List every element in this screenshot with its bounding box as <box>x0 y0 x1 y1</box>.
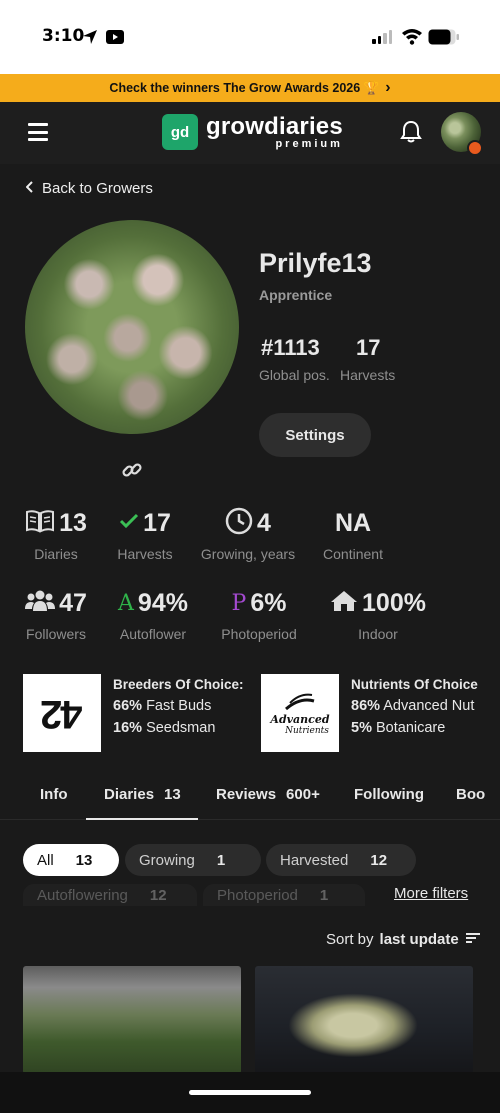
sort-control[interactable]: Sort by last update <box>326 931 481 948</box>
filter-photoperiod[interactable]: Photoperiod 1 <box>203 884 365 906</box>
chevron-left-icon <box>25 180 34 197</box>
users-icon <box>25 589 56 618</box>
nutrient-logo-line1: Advanced <box>270 712 330 726</box>
profile-photo[interactable] <box>25 220 239 434</box>
stat-label: Harvests <box>117 546 173 562</box>
home-icon <box>330 589 358 618</box>
stat-label: Followers <box>26 626 86 642</box>
stat-value: NA <box>334 508 372 537</box>
stat-label: Continent <box>323 546 383 562</box>
location-arrow-icon <box>82 29 98 50</box>
awards-banner[interactable]: Check the winners The Grow Awards 2026 🏆… <box>0 74 500 102</box>
global-position-value: #1113 <box>261 335 320 360</box>
stat-followers[interactable]: 47 Followers <box>20 588 92 642</box>
breeders-title: Breeders Of Choice: <box>113 677 244 692</box>
tab-info[interactable]: Info <box>40 786 68 803</box>
cell-signal-icon <box>372 30 392 44</box>
stat-value: 6% <box>250 588 287 617</box>
stat-harvests[interactable]: 17 Harvests <box>110 508 180 563</box>
stat-label: Indoor <box>358 626 398 642</box>
diary-card[interactable] <box>23 966 241 1074</box>
breeder-logo[interactable]: 42 <box>23 674 101 752</box>
breeder-logo-text: 42 <box>41 691 83 736</box>
back-to-growers-link[interactable]: Back to Growers <box>25 180 153 197</box>
tab-reviews[interactable]: Reviews 600+ <box>216 786 320 803</box>
nutrient-logo[interactable]: Advanced Nutrients <box>261 674 339 752</box>
wifi-icon <box>401 27 423 50</box>
status-bar: 3:10 <box>0 0 500 74</box>
profile-rank: Apprentice <box>259 287 333 303</box>
profile-tabs: Info Diaries 13 Reviews 600+ Following Boo <box>0 776 500 822</box>
bell-icon[interactable] <box>400 120 422 149</box>
breeder-item[interactable]: 66% Fast Buds <box>113 698 211 714</box>
logo-name: growdiaries <box>206 112 343 140</box>
stat-label: Photoperiod <box>221 626 297 642</box>
stat-diaries[interactable]: 13 Diaries <box>20 508 92 562</box>
app-header: gd growdiaries premium <box>0 102 500 164</box>
chevron-right-icon: › <box>385 79 391 96</box>
filter-autoflowering[interactable]: Autoflowering 12 <box>23 884 197 906</box>
harvest-check-icon <box>119 513 139 534</box>
link-icon[interactable] <box>121 459 143 486</box>
photoperiod-icon: P <box>231 590 247 616</box>
sort-prefix: Sort by <box>326 931 374 948</box>
home-indicator[interactable] <box>189 1090 311 1095</box>
avatar-badge-icon <box>467 140 483 156</box>
logo-mark: gd <box>162 114 198 150</box>
book-icon <box>25 509 55 538</box>
settings-button[interactable]: Settings <box>259 413 371 457</box>
stat-label: Autoflower <box>119 626 187 642</box>
harvests-value: 17 <box>356 335 381 360</box>
youtube-icon <box>106 30 124 49</box>
back-label: Back to Growers <box>42 180 153 197</box>
stat-value: 47 <box>59 588 87 617</box>
stat-label: Growing, years <box>200 546 296 562</box>
tab-following[interactable]: Following <box>354 786 424 803</box>
stat-autoflower[interactable]: A 94% Autoflower <box>112 588 194 643</box>
profile-username: Prilyfe13 <box>259 248 372 278</box>
sort-value: last update <box>379 931 459 948</box>
stat-value: 4 <box>257 508 271 537</box>
tab-diaries[interactable]: Diaries 13 <box>104 786 181 803</box>
nutrient-logo-line2: Nutrients <box>285 725 329 736</box>
stat-value: 94% <box>137 588 188 617</box>
more-filters-link[interactable]: More filters <box>394 885 468 902</box>
stat-label: Diaries <box>34 546 78 562</box>
diary-card[interactable] <box>255 966 473 1074</box>
banner-text: Check the winners The Grow Awards 2026 🏆 <box>109 80 380 95</box>
stat-growing-years[interactable]: 4 Growing, years <box>198 507 298 562</box>
menu-icon[interactable] <box>28 123 48 141</box>
tab-bookmarks[interactable]: Boo <box>456 786 485 803</box>
filter-harvested[interactable]: Harvested 12 <box>266 844 416 876</box>
home-indicator-bar <box>0 1072 500 1113</box>
nutrient-logo-mark-icon <box>285 693 315 710</box>
breeder-item[interactable]: 16% Seedsman <box>113 720 215 736</box>
filter-all[interactable]: All 13 <box>23 844 119 876</box>
nutrient-item[interactable]: 86% Advanced Nut <box>351 698 474 714</box>
stat-value: 13 <box>59 508 87 537</box>
battery-icon <box>428 29 459 45</box>
stat-value: 100% <box>362 588 426 617</box>
stat-photoperiod[interactable]: P 6% Photoperiod <box>214 588 304 643</box>
harvests-label: Harvests <box>340 367 396 383</box>
clock-icon <box>225 507 253 540</box>
status-time: 3:10 <box>42 26 85 46</box>
autoflower-icon: A <box>118 590 134 616</box>
sort-lines-icon <box>465 931 481 948</box>
logo-sub: premium <box>275 137 343 150</box>
nutrient-item[interactable]: 5% Botanicare <box>351 720 445 736</box>
logo[interactable]: gd growdiaries premium <box>162 114 343 150</box>
global-position-label: Global pos. <box>259 367 330 383</box>
stat-continent[interactable]: NA Continent <box>318 508 388 563</box>
stat-indoor[interactable]: 100% Indoor <box>320 588 436 642</box>
stat-value: 17 <box>143 508 171 537</box>
tabs-divider <box>0 819 500 820</box>
nutrients-title: Nutrients Of Choice <box>351 677 478 692</box>
active-tab-indicator <box>86 818 198 820</box>
filter-growing[interactable]: Growing 1 <box>125 844 261 876</box>
